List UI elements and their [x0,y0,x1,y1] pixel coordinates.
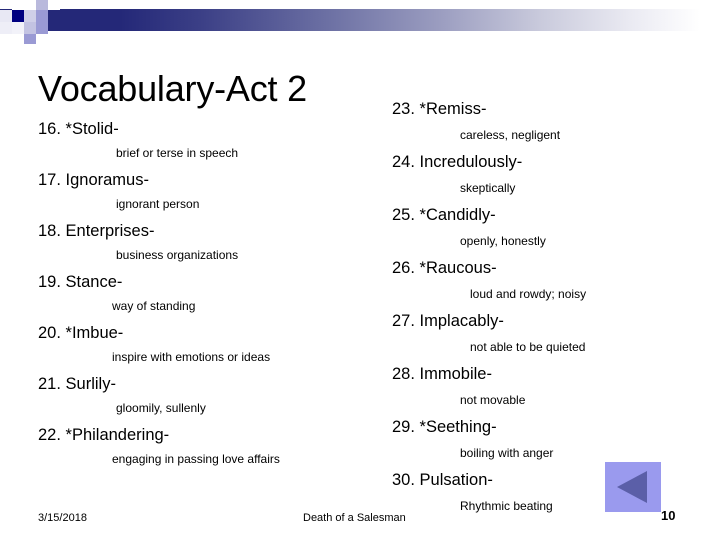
vocab-term: 28. Immobile- [392,365,492,383]
mosaic-square-white-a [12,0,24,10]
vocab-term: 22. *Philandering- [38,426,170,444]
mosaic-square-white-d [36,34,48,44]
list-item: 30. Pulsation- Rhythmic beating [392,471,712,513]
vocab-term: 30. Pulsation- [392,471,493,489]
vocab-definition: inspire with emotions or ideas [112,350,271,364]
mosaic-square-mid-a [36,0,48,10]
vocab-definition: gloomily, sullenly [116,401,206,415]
list-item: 28. Immobile- not movable [392,365,712,407]
mosaic-square-mid-e [12,22,24,34]
list-item: 25. *Candidly- openly, honestly [392,206,712,248]
vocab-definition: careless, negligent [460,128,561,142]
vocab-term: 18. Enterprises- [38,222,155,240]
slide-header-decoration [0,0,720,48]
mosaic-square-mid-f [36,22,48,34]
vocab-term: 21. Surlily- [38,375,116,393]
page-number: 10 [661,508,676,523]
vocab-term: 27. Implacably- [392,312,504,330]
list-item: 27. Implacably- not able to be quieted [392,312,712,354]
mosaic-square-pale-a [0,10,12,22]
nav-back-button[interactable] [605,462,661,512]
mosaic-square-mid-c [24,10,36,22]
vocab-term: 19. Stance- [38,273,123,291]
list-item: 18. Enterprises- business organizations [38,222,378,262]
vocab-definition: not able to be quieted [470,340,586,354]
vocab-term: 20. *Imbue- [38,324,124,342]
mosaic-square-mid-d [24,22,36,34]
vocabulary-list-right: 23. *Remiss- careless, negligent 24. Inc… [392,100,712,524]
list-item: 22. *Philandering- engaging in passing l… [38,426,378,466]
vocab-definition: openly, honestly [460,234,546,248]
page-title: Vocabulary-Act 2 [38,68,307,109]
vocab-term: 17. Ignoramus- [38,171,149,189]
vocabulary-list-left: 16. *Stolid- brief or terse in speech 17… [38,120,378,477]
vocab-definition: ignorant person [116,197,200,211]
vocab-definition: business organizations [116,248,239,262]
vocab-definition: loud and rowdy; noisy [470,287,587,301]
vocab-definition: not movable [460,393,526,407]
vocab-definition: boiling with anger [460,446,554,460]
vocab-definition: way of standing [112,299,196,313]
vocab-term: 16. *Stolid- [38,120,119,138]
vocab-term: 25. *Candidly- [392,206,496,224]
mosaic-square-pale-b [0,22,12,34]
vocab-term: 23. *Remiss- [392,100,487,118]
vocab-definition: skeptically [460,181,516,195]
mosaic-square-white-c [48,0,60,10]
list-item: 17. Ignoramus- ignorant person [38,171,378,211]
list-item: 19. Stance- way of standing [38,273,378,313]
mosaic-square-navy [12,10,24,22]
list-item: 16. *Stolid- brief or terse in speech [38,120,378,160]
mosaic-square-white-b [24,0,36,10]
list-item: 23. *Remiss- careless, negligent [392,100,712,142]
vocab-term: 26. *Raucous- [392,259,497,277]
vocab-term: 29. *Seething- [392,418,497,436]
list-item: 20. *Imbue- inspire with emotions or ide… [38,324,378,364]
vocab-definition: engaging in passing love affairs [112,452,280,466]
footer-title: Death of a Salesman [303,512,406,524]
vocab-term: 24. Incredulously- [392,153,523,171]
triangle-left-icon [617,471,647,503]
list-item: 24. Incredulously- skeptically [392,153,712,195]
mosaic-square-mid-b [36,10,48,22]
list-item: 29. *Seething- boiling with anger [392,418,712,460]
header-gradient-bar [0,9,720,31]
list-item: 21. Surlily- gloomily, sullenly [38,375,378,415]
footer-date: 3/15/2018 [38,512,87,524]
vocab-definition: brief or terse in speech [116,146,239,160]
mosaic-square-mid-g [24,34,36,44]
list-item: 26. *Raucous- loud and rowdy; noisy [392,259,712,301]
